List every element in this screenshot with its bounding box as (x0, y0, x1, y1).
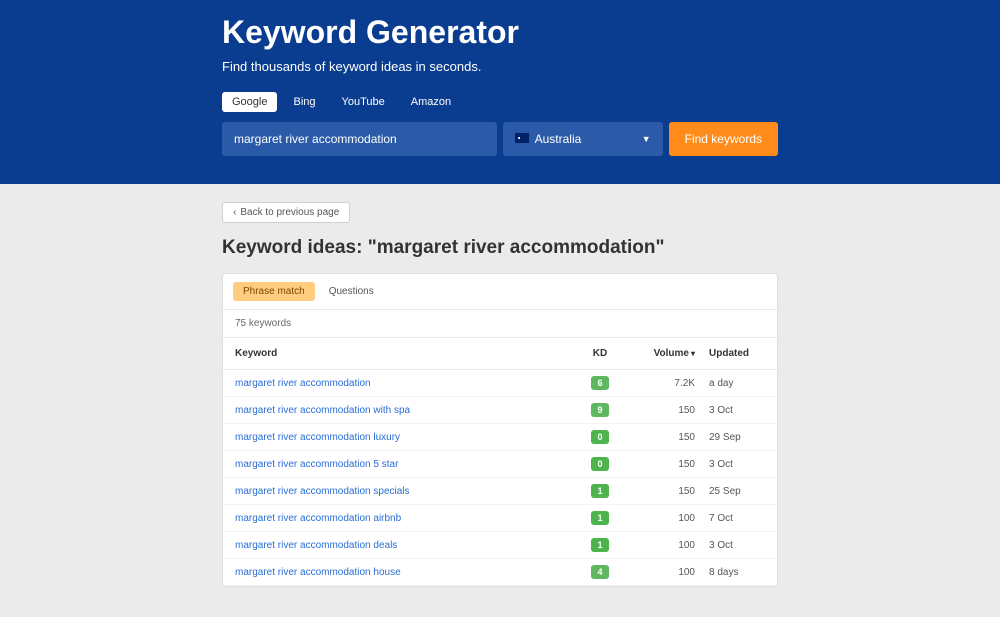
result-count: 75 keywords (223, 310, 777, 338)
updated-cell: 3 Oct (695, 459, 765, 470)
flag-icon (515, 133, 529, 143)
country-select[interactable]: Australia ▼ (503, 122, 663, 156)
result-tab-questions[interactable]: Questions (319, 282, 384, 301)
table-row[interactable]: margaret river accommodation luxury 0 1502… (223, 424, 777, 451)
table-row[interactable]: margaret river accommodation with spa 9 15… (223, 397, 777, 424)
volume-cell: 100 (625, 540, 695, 551)
updated-cell: 29 Sep (695, 432, 765, 443)
keyword-link[interactable]: margaret river accommodation deals (235, 540, 397, 551)
hero-section: Keyword Generator Find thousands of keyw… (0, 0, 1000, 184)
volume-cell: 150 (625, 432, 695, 443)
kd-badge: 1 (591, 484, 609, 498)
updated-cell: a day (695, 378, 765, 389)
volume-cell: 150 (625, 459, 695, 470)
engine-tabs: Google Bing YouTube Amazon (222, 92, 778, 112)
updated-cell: 3 Oct (695, 405, 765, 416)
updated-cell: 3 Oct (695, 540, 765, 551)
updated-cell: 8 days (695, 567, 765, 578)
header-kd[interactable]: KD (575, 348, 625, 359)
volume-cell: 100 (625, 567, 695, 578)
content-section: ‹ Back to previous page Keyword ideas: "… (0, 184, 1000, 617)
engine-tab-amazon[interactable]: Amazon (401, 92, 461, 112)
keyword-link[interactable]: margaret river accommodation (235, 378, 371, 389)
results-title: Keyword ideas: "margaret river accommoda… (222, 237, 778, 259)
volume-cell: 7.2K (625, 378, 695, 389)
search-row: Australia ▼ Find keywords (222, 122, 778, 156)
result-tab-phrase-match[interactable]: Phrase match (233, 282, 315, 301)
table-row[interactable]: margaret river accommodation house 4 1008 … (223, 559, 777, 586)
table-row[interactable]: margaret river accommodation specials 1 15… (223, 478, 777, 505)
table-body: margaret river accommodation67.2Ka dayma… (223, 370, 777, 586)
table-row[interactable]: margaret river accommodation deals 1 1003 … (223, 532, 777, 559)
keyword-link[interactable]: margaret river accommodation with spa (235, 405, 410, 416)
results-card: Phrase matchQuestions 75 keywords Keywor… (222, 273, 778, 587)
kd-badge: 1 (591, 538, 609, 552)
header-updated[interactable]: Updated (695, 348, 765, 359)
kd-badge: 9 (591, 403, 609, 417)
volume-cell: 100 (625, 513, 695, 524)
engine-tab-bing[interactable]: Bing (283, 92, 325, 112)
engine-tab-youtube[interactable]: YouTube (332, 92, 395, 112)
chevron-down-icon: ▼ (642, 134, 651, 144)
country-label: Australia (535, 132, 582, 146)
find-keywords-button[interactable]: Find keywords (669, 122, 778, 156)
table-row[interactable]: margaret river accommodation 6 7.2Ka day (223, 370, 777, 397)
keyword-link[interactable]: margaret river accommodation house (235, 567, 401, 578)
result-tabs: Phrase matchQuestions (223, 274, 777, 310)
page-title: Keyword Generator (222, 14, 778, 51)
volume-cell: 150 (625, 405, 695, 416)
keyword-link[interactable]: margaret river accommodation airbnb (235, 513, 401, 524)
updated-cell: 25 Sep (695, 486, 765, 497)
engine-tab-google[interactable]: Google (222, 92, 277, 112)
table-row[interactable]: margaret river accommodation airbnb 1 1007… (223, 505, 777, 532)
kd-badge: 4 (591, 565, 609, 579)
back-button[interactable]: ‹ Back to previous page (222, 202, 350, 223)
table-row[interactable]: margaret river accommodation 5 star 0 1503… (223, 451, 777, 478)
kd-badge: 0 (591, 457, 609, 471)
kd-badge: 0 (591, 430, 609, 444)
page-subtitle: Find thousands of keyword ideas in secon… (222, 59, 778, 74)
chevron-left-icon: ‹ (233, 207, 236, 218)
table-header: Keyword KD Volume▾ Updated (223, 338, 777, 370)
header-keyword[interactable]: Keyword (235, 348, 575, 359)
keyword-link[interactable]: margaret river accommodation luxury (235, 432, 400, 443)
keyword-link[interactable]: margaret river accommodation 5 star (235, 459, 398, 470)
keyword-link[interactable]: margaret river accommodation specials (235, 486, 410, 497)
volume-cell: 150 (625, 486, 695, 497)
kd-badge: 6 (591, 376, 609, 390)
header-volume[interactable]: Volume▾ (625, 348, 695, 359)
keyword-input[interactable] (222, 122, 497, 156)
kd-badge: 1 (591, 511, 609, 525)
back-label: Back to previous page (240, 207, 339, 218)
updated-cell: 7 Oct (695, 513, 765, 524)
